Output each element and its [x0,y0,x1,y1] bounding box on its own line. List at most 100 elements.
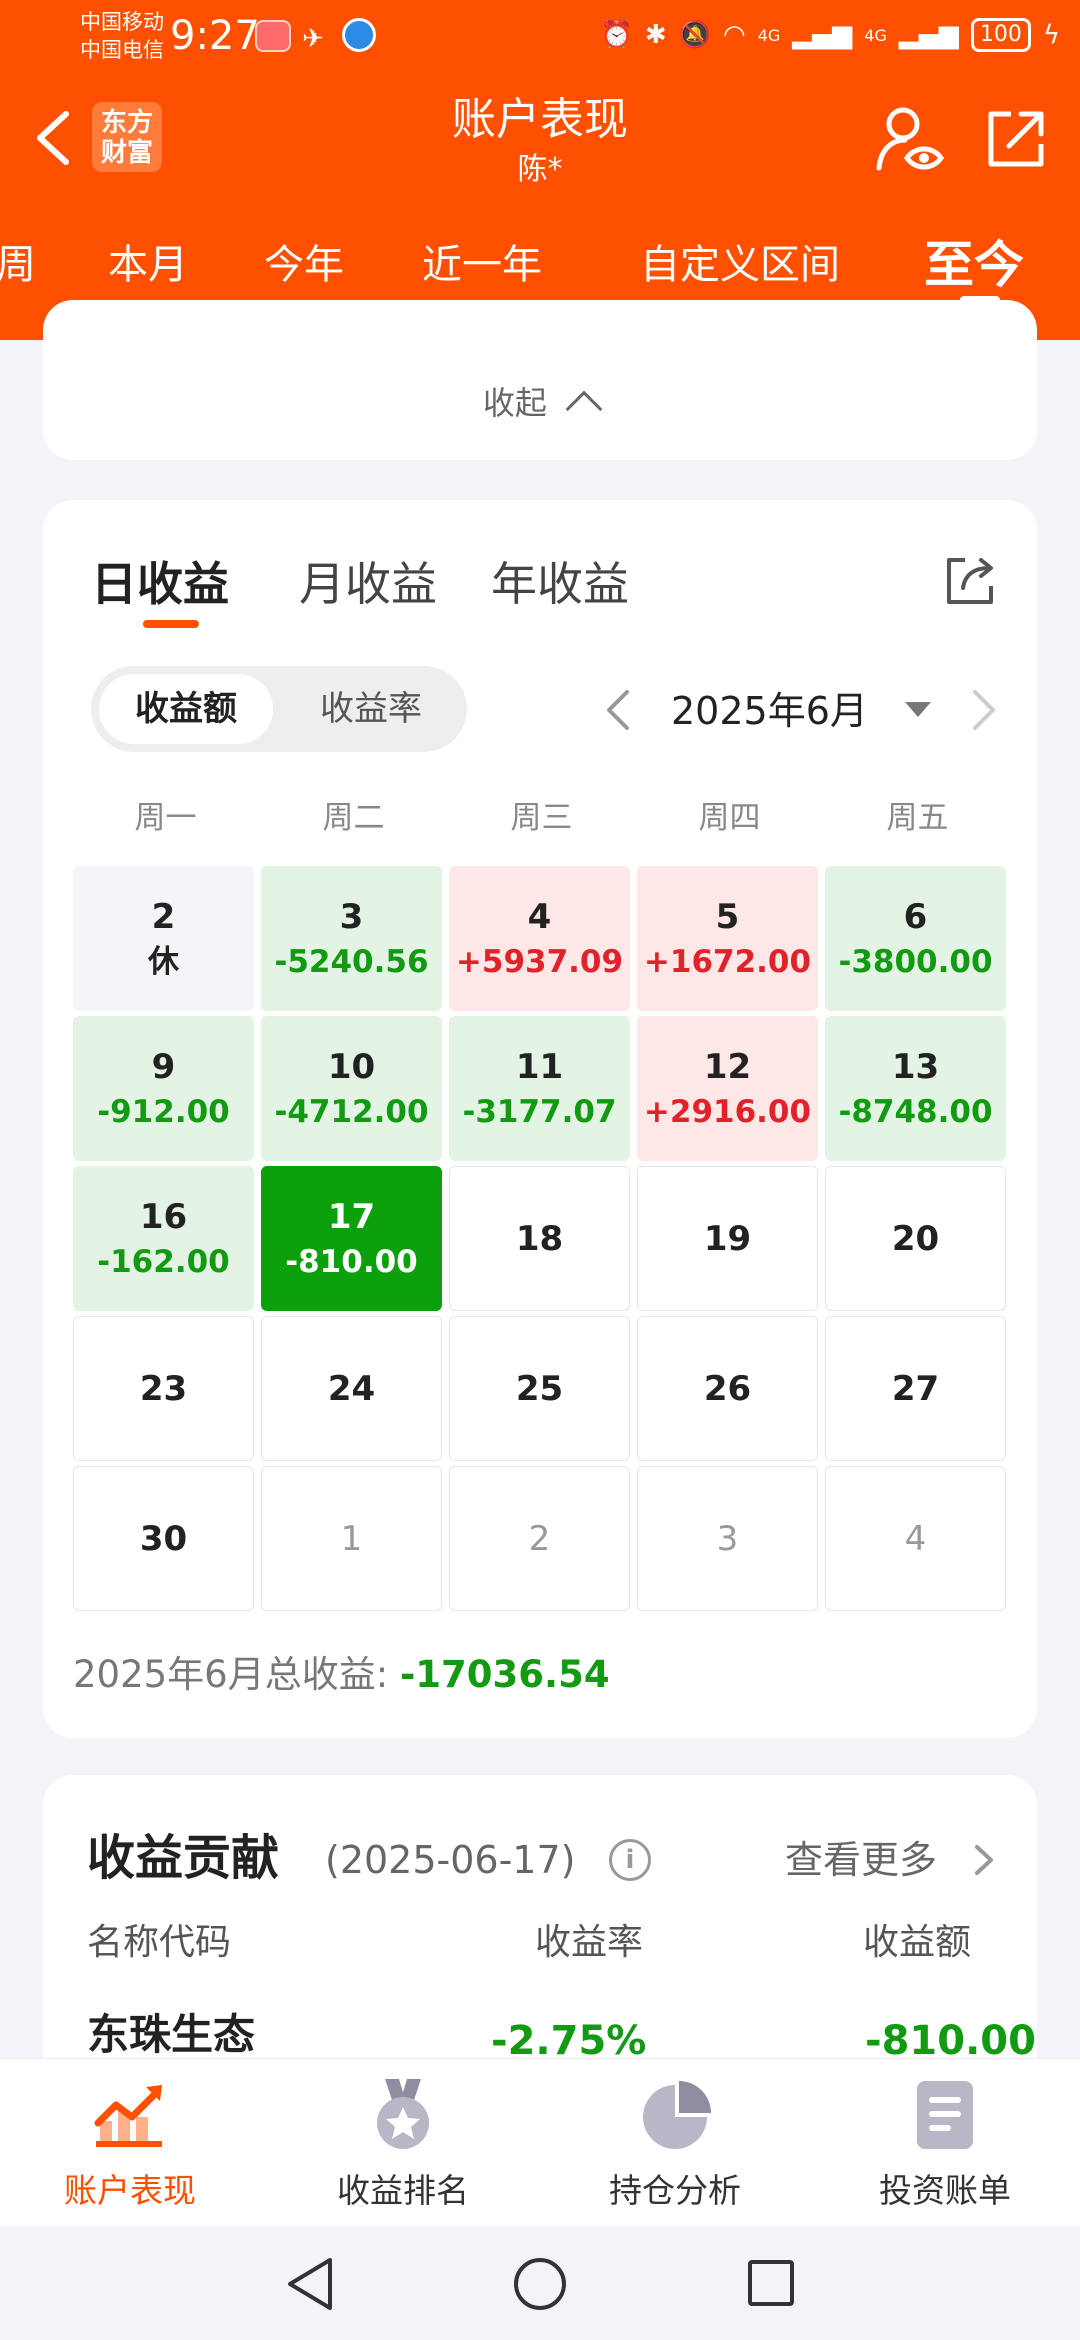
calendar-day-cell[interactable]: 12 +2916.00 [637,1016,818,1161]
privacy-eye-icon[interactable] [875,104,945,174]
calendar-day-cell: 3 [637,1466,818,1611]
bill-icon [917,2081,973,2149]
calendar-day-cell[interactable]: 2休 [73,866,254,1011]
calendar-day-cell[interactable]: 6 -3800.00 [825,866,1006,1011]
medal-icon [377,2079,429,2149]
tab-account-performance[interactable]: 账户表现 [0,2077,265,2215]
weekday-header: 周一 [134,800,197,836]
signal-2-label: 4G [864,25,887,45]
collapse-button[interactable]: 收起 [43,380,1037,428]
day-profit: +2916.00 [643,1093,812,1130]
tab-yearly-profit[interactable]: 年收益 [491,552,629,616]
day-profit: 休 [148,943,179,980]
day-profit: -8748.00 [838,1093,993,1130]
day-profit: -5240.56 [274,943,429,980]
calendar-day-cell[interactable]: 17 -810.00 [261,1166,442,1311]
pie-chart-icon [643,2081,711,2149]
tab-daily-profit[interactable]: 日收益 [91,552,229,616]
day-number: 9 [151,1046,176,1087]
calendar-day-cell: 23 [73,1316,254,1461]
calendar-day-cell[interactable]: 10 -4712.00 [261,1016,442,1161]
day-profit: +5937.09 [455,943,624,980]
view-more-link[interactable]: 查看更多 [785,1831,937,1889]
calendar-day-cell: 19 [637,1166,818,1311]
calendar-day-cell[interactable]: 16 -162.00 [73,1166,254,1311]
toggle-profit-rate[interactable]: 收益率 [281,674,461,744]
period-tab-week[interactable]: 周 [0,230,36,300]
calendar-day-cell[interactable]: 11 -3177.07 [449,1016,630,1161]
period-tab-month[interactable]: 本月 [108,230,188,300]
day-number: 16 [139,1196,188,1237]
calendar-day-cell[interactable]: 9 -912.00 [73,1016,254,1161]
calendar-grid: 2 休 3 -5240.56 4 +5937.09 5 +1672.00 6 -3800.00 9-… [73,866,1008,1611]
calendar-day-cell: 30 [73,1466,254,1611]
mute-icon: 🔕 [678,20,711,50]
tab-label: 收益排名 [337,2171,469,2210]
day-number: 26 [703,1368,752,1409]
day-profit: -912.00 [97,1093,230,1130]
calendar-day-cell: 18 [449,1166,630,1311]
tab-indicator [143,620,199,628]
tab-monthly-profit[interactable]: 月收益 [299,552,437,616]
calendar-day-cell: 27 [825,1316,1006,1461]
previous-month-icon[interactable] [603,688,633,732]
bottom-tab-bar: 账户表现 收益排名 持仓分析 投资账单 [0,2058,1080,2226]
battery-icon: 100 [970,18,1031,52]
day-number: 27 [891,1368,940,1409]
day-profit: -810.00 [285,1243,418,1280]
period-tab-year[interactable]: 今年 [264,230,344,300]
app-notification-icon [255,20,291,52]
calendar-day-cell[interactable]: 5 +1672.00 [637,866,818,1011]
caret-down-icon[interactable] [905,702,931,717]
share-icon[interactable] [943,554,997,608]
tab-label: 投资账单 [879,2171,1011,2210]
nav-back-icon[interactable] [284,2256,336,2312]
signal-1-label: 4G [757,25,781,45]
month-total-value: -17036.54 [399,1653,610,1696]
status-time: 9:27 [170,13,260,59]
period-tab-last-year[interactable]: 近一年 [422,230,542,300]
share-icon[interactable] [985,108,1047,170]
day-profit: -4712.00 [274,1093,429,1130]
info-icon[interactable]: i [609,1839,651,1881]
next-month-icon[interactable] [969,688,999,732]
calendar-day-cell: 24 [261,1316,442,1461]
day-profit: -162.00 [97,1243,230,1280]
day-number: 13 [891,1046,940,1087]
column-header-name: 名称代码 [87,1922,232,1963]
signal-icon: ▂▄▆ [792,20,853,50]
day-number: 6 [903,896,928,937]
tab-profit-ranking[interactable]: 收益排名 [268,2077,538,2215]
day-number: 11 [515,1046,564,1087]
daily-profit-card: 日收益 月收益 年收益 收益额 收益率 2025年6月 周一 周二 周三 周四 … [43,500,1037,1738]
day-number: 2 [528,1518,551,1559]
month-total-label: 2025年6月总收益: [73,1653,400,1696]
tab-holding-analysis[interactable]: 持仓分析 [540,2077,810,2215]
day-number: 24 [327,1368,376,1409]
weekday-header: 周五 [886,800,949,836]
status-icons: ⏰ ✱ 🔕 ◠ 4G ▂▄▆ 4G ▂▄▆ 100 ϟ [600,18,1060,52]
nav-home-icon[interactable] [514,2258,566,2310]
system-nav-bar [0,2226,1080,2340]
calendar-day-cell[interactable]: 3 -5240.56 [261,866,442,1011]
period-tab-to-date[interactable]: 至今 [924,230,1024,300]
calendar-day-cell[interactable]: 13 -8748.00 [825,1016,1006,1161]
day-number: 17 [327,1196,376,1237]
calendar-day-cell: 1 [261,1466,442,1611]
column-header-rate: 收益率 [535,1922,644,1963]
section-title: 收益贡献 [87,1830,280,1886]
day-number: 1 [340,1518,363,1559]
period-tab-custom[interactable]: 自定义区间 [640,230,840,300]
day-number: 20 [891,1218,940,1259]
tab-investment-bill[interactable]: 投资账单 [810,2077,1080,2215]
day-number: 4 [527,896,552,937]
nav-recent-apps-icon[interactable] [748,2260,794,2306]
chevron-right-icon[interactable] [973,1843,995,1877]
contribution-date: (2025-06-17) [325,1838,576,1882]
month-selector[interactable]: 2025年6月 [671,678,868,744]
toggle-profit-amount[interactable]: 收益额 [99,674,273,744]
day-number: 12 [703,1046,752,1087]
weekday-header: 周四 [698,800,761,836]
stock-name[interactable]: 东珠生态 [87,2005,255,2065]
calendar-day-cell[interactable]: 4 +5937.09 [449,866,630,1011]
